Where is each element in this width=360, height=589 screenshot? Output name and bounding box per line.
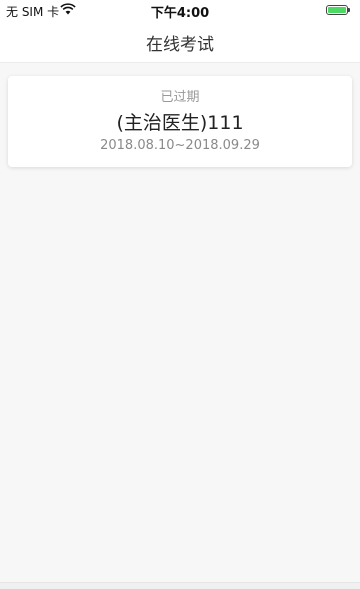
status-time: 下午4:00 — [150, 6, 210, 21]
exam-name: (主治医生)111 — [116, 112, 244, 134]
exam-list: 已过期 (主治医生)111 2018.08.10~2018.09.29 — [0, 63, 360, 583]
bottom-bar — [0, 582, 360, 589]
exam-card[interactable]: 已过期 (主治医生)111 2018.08.10~2018.09.29 — [8, 76, 352, 167]
exam-status-label: 已过期 — [160, 90, 200, 105]
page-title: 在线考试 — [146, 35, 214, 55]
battery-icon — [326, 5, 350, 15]
navigation-bar: 在线考试 — [0, 20, 360, 63]
battery-level — [328, 7, 346, 13]
status-bar: 无 SIM 卡 下午4:00 — [0, 0, 360, 21]
exam-date-range: 2018.08.10~2018.09.29 — [100, 138, 260, 153]
battery-cap — [348, 8, 350, 12]
